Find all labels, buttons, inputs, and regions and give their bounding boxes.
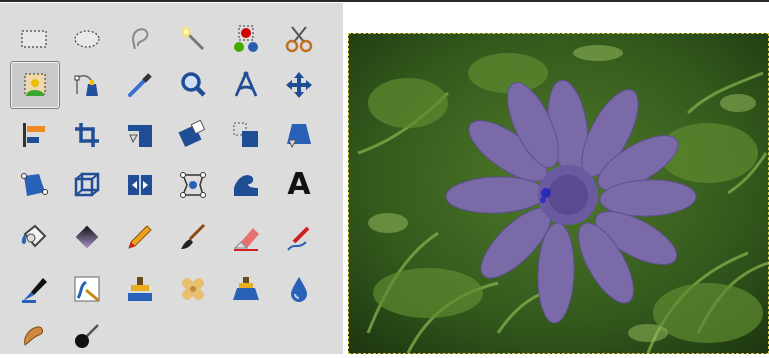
- zoom-tool[interactable]: [171, 63, 215, 107]
- rotate-icon: [128, 125, 152, 147]
- perspective-clone-tool[interactable]: [224, 267, 268, 311]
- 3d-transform-tool[interactable]: [65, 163, 109, 207]
- blur-sharpen-icon: [291, 277, 307, 302]
- heal-icon: [181, 277, 205, 301]
- perspective-icon: [287, 124, 311, 149]
- blur-sharpen-tool[interactable]: [277, 267, 321, 311]
- perspective-tool[interactable]: [277, 113, 321, 157]
- ellipse-select-icon: [74, 30, 100, 48]
- fuzzy-select-icon: [181, 27, 205, 51]
- pencil-tool[interactable]: [118, 215, 162, 259]
- unified-transform-icon: [21, 173, 48, 196]
- cage-transform-icon: [180, 172, 206, 198]
- move-icon: [286, 72, 312, 98]
- rect-select-icon: [21, 30, 47, 48]
- color-select-tool[interactable]: [224, 17, 268, 61]
- move-tool[interactable]: [277, 63, 321, 107]
- ellipse-select-tool[interactable]: [65, 17, 109, 61]
- text-icon: A: [287, 167, 311, 202]
- eraser-tool[interactable]: [224, 215, 268, 259]
- ink-icon: [22, 278, 47, 303]
- color-picker-tool[interactable]: [118, 63, 162, 107]
- measure-tool[interactable]: [224, 63, 268, 107]
- scale-icon: [178, 120, 206, 148]
- bucket-fill-tool[interactable]: [12, 215, 56, 259]
- dodge-burn-icon: [75, 324, 99, 348]
- zoom-icon: [181, 72, 206, 97]
- paintbrush-icon: [181, 223, 206, 249]
- paths-icon: [74, 75, 98, 96]
- smudge-tool[interactable]: [12, 314, 56, 358]
- flower-photo: [348, 33, 769, 354]
- ink-tool[interactable]: [12, 267, 56, 311]
- foreground-select-icon: [24, 73, 46, 96]
- shear-icon: [233, 122, 258, 147]
- align-tool[interactable]: [12, 113, 56, 157]
- paintbrush-tool[interactable]: [171, 215, 215, 259]
- gradient-tool[interactable]: [65, 215, 109, 259]
- warp-transform-tool[interactable]: [224, 163, 268, 207]
- paths-tool[interactable]: [65, 63, 109, 107]
- gradient-icon: [75, 225, 99, 249]
- crop-icon: [75, 123, 99, 147]
- shear-tool[interactable]: [224, 113, 268, 157]
- rect-select-tool[interactable]: [12, 17, 56, 61]
- airbrush-icon: [287, 226, 310, 251]
- bucket-fill-icon: [21, 224, 47, 248]
- crop-tool[interactable]: [65, 113, 109, 157]
- dodge-burn-tool[interactable]: [65, 314, 109, 358]
- color-select-icon: [234, 25, 258, 52]
- clone-icon: [128, 277, 152, 301]
- flip-icon: [128, 175, 152, 195]
- airbrush-tool[interactable]: [277, 215, 321, 259]
- cage-transform-tool[interactable]: [171, 163, 215, 207]
- toolbox-panel: A: [0, 3, 343, 354]
- flip-tool[interactable]: [118, 163, 162, 207]
- clone-tool[interactable]: [118, 267, 162, 311]
- warp-transform-icon: [234, 175, 258, 196]
- align-icon: [23, 123, 45, 147]
- image-canvas[interactable]: [348, 33, 769, 354]
- text-tool[interactable]: A: [277, 163, 321, 207]
- fuzzy-select-tool[interactable]: [171, 17, 215, 61]
- heal-tool[interactable]: [171, 267, 215, 311]
- scale-tool[interactable]: [171, 113, 215, 157]
- pencil-icon: [128, 225, 152, 249]
- eraser-icon: [233, 228, 259, 251]
- 3d-transform-icon: [74, 172, 100, 197]
- smudge-icon: [24, 326, 44, 346]
- free-select-icon: [132, 28, 149, 50]
- measure-icon: [234, 71, 258, 97]
- foreground-select-tool[interactable]: [10, 61, 60, 109]
- mypaint-brush-tool[interactable]: [65, 267, 109, 311]
- free-select-tool[interactable]: [118, 17, 162, 61]
- scissors-select-icon: [285, 26, 313, 53]
- scissors-select-tool[interactable]: [277, 17, 321, 61]
- rotate-tool[interactable]: [118, 113, 162, 157]
- perspective-clone-icon: [233, 277, 259, 300]
- mypaint-brush-icon: [74, 276, 100, 302]
- color-picker-icon: [128, 73, 152, 97]
- window-top-border: [0, 0, 769, 2]
- unified-transform-tool[interactable]: [12, 163, 56, 207]
